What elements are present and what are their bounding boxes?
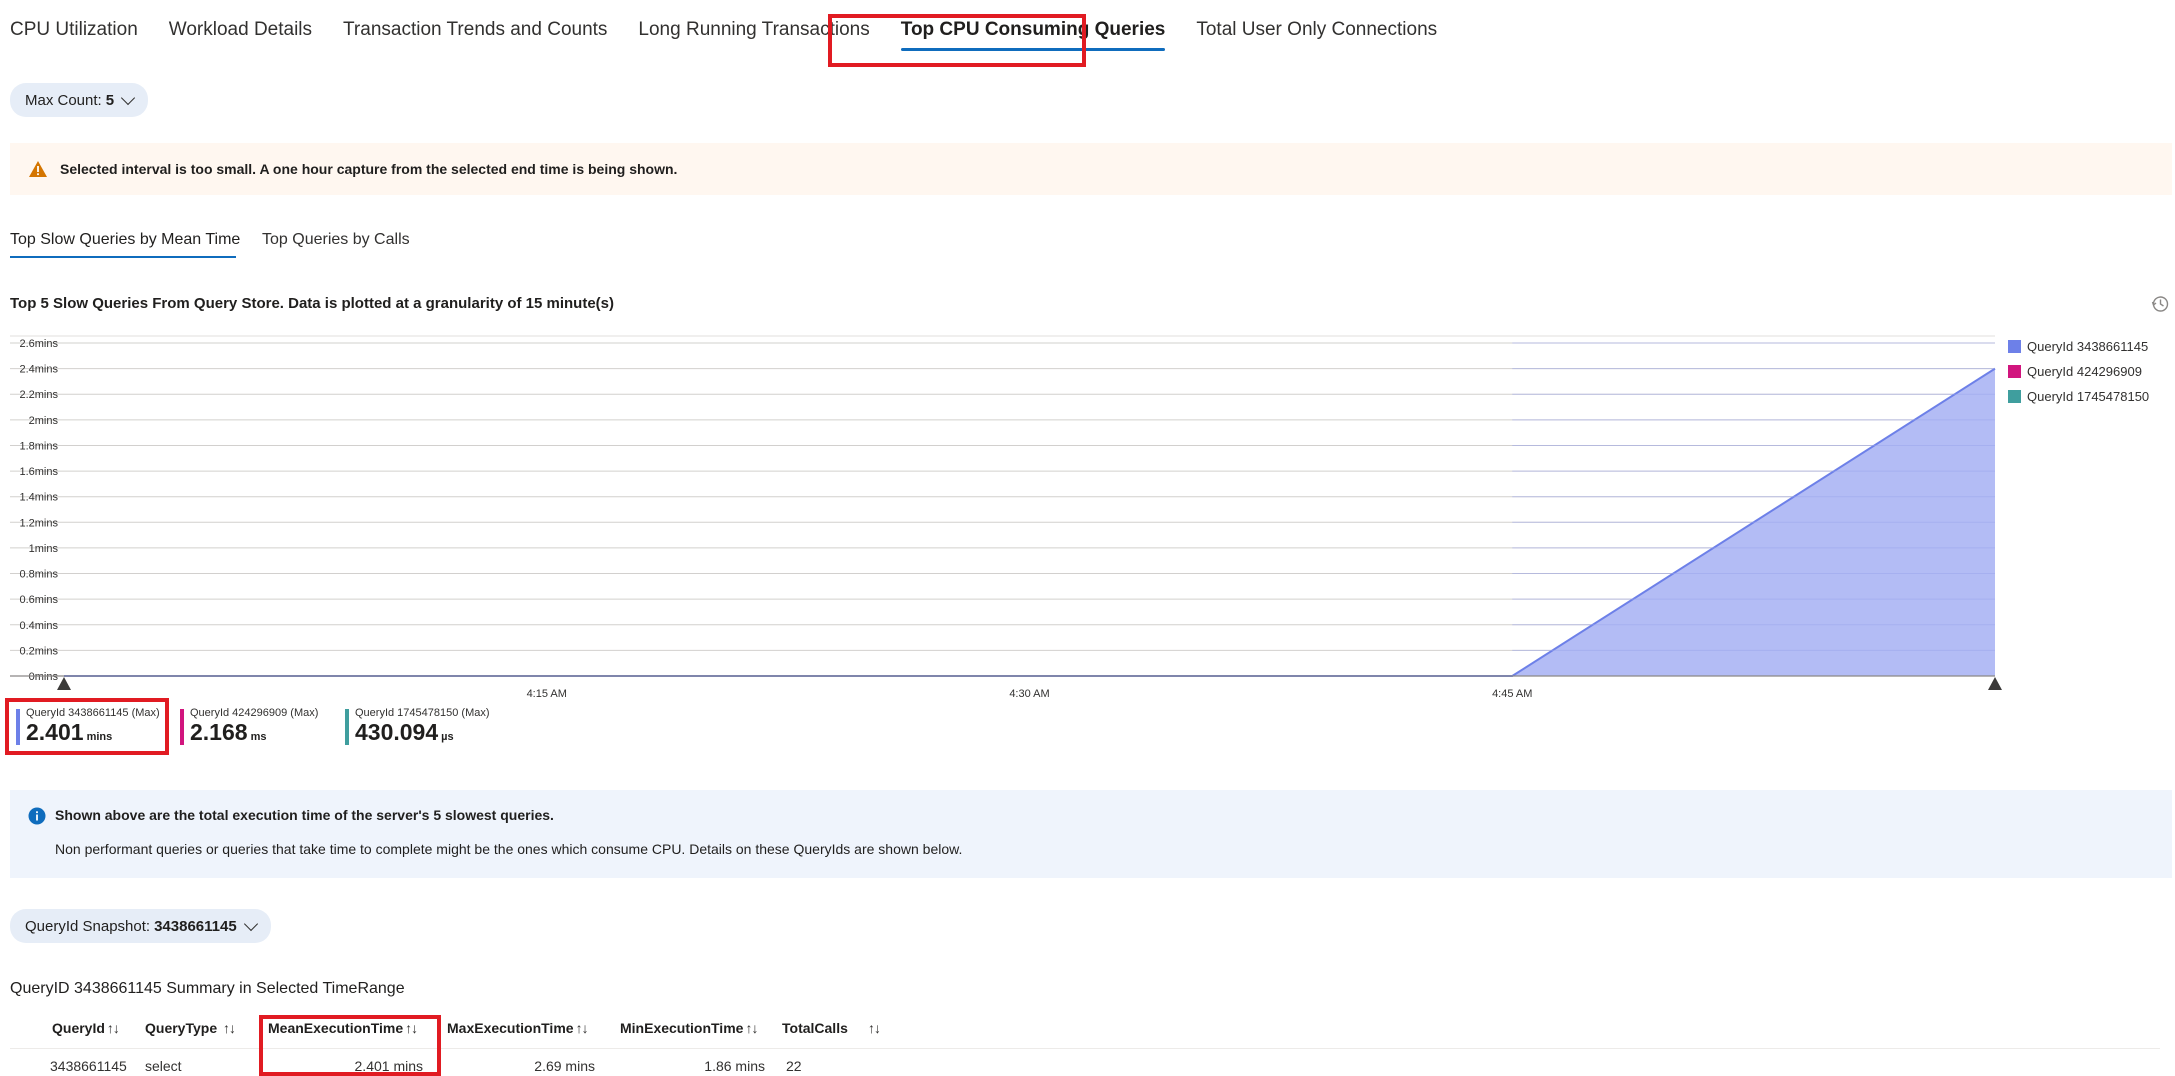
legend-swatch [2008,340,2021,353]
legend-label: QueryId 3438661145 [2027,339,2149,354]
snapshot-value: 3438661145 [154,917,237,935]
y-tick-label: 2mins [29,415,59,427]
y-tick-label: 0.2mins [19,645,58,657]
metric-color-bar [345,709,349,745]
legend-swatch [2008,390,2021,403]
column-header-queryid[interactable]: QueryId ↑↓ [52,1020,120,1036]
y-tick-label: 1.6mins [19,466,58,478]
x-tick-label: 4:15 AM [527,688,567,700]
y-tick-label: 2.6mins [19,338,58,350]
sort-icon: ↑↓ [106,1020,120,1036]
legend-label: QueryId 424296909 [2027,364,2142,379]
sort-icon: ↑↓ [223,1020,236,1036]
metric-unit: µs [441,731,454,743]
metric-label: QueryId 424296909 (Max) [190,707,319,719]
cell-totalcalls: 22 [786,1058,802,1074]
metric-value: 2.401 [26,719,84,745]
warning-icon [29,161,47,177]
tab-cpu-utilization[interactable]: CPU Utilization [10,14,138,41]
summary-title: QueryID 3438661145 Summary in Selected T… [10,980,405,997]
column-header-maxexecutiontime[interactable]: MaxExecutionTime ↑↓ [447,1020,589,1036]
x-tick-label: 4:45 AM [1492,688,1532,700]
legend-swatch [2008,365,2021,378]
chevron-down-icon [243,916,258,931]
top-tab-bar: CPU Utilization Workload Details Transac… [10,14,1468,54]
history-icon[interactable] [2150,294,2170,314]
y-tick-label: 1.4mins [19,492,58,504]
chart-area: 0mins 0.2mins 0.4mins 0.6mins 0.8mins 1mins 1.… [10,335,2002,700]
info-banner: Shown above are the total execution time… [10,790,2172,878]
column-header-minexecutiontime[interactable]: MinExecutionTime ↑↓ [620,1020,758,1036]
metric-color-bar [16,709,20,745]
y-tick-label: 2.4mins [19,364,58,376]
tab-workload-details[interactable]: Workload Details [169,14,312,41]
sort-icon: ↑↓ [745,1020,758,1036]
header-divider [10,1048,2160,1049]
x-tick-label: 4:30 AM [1009,688,1049,700]
warning-banner: Selected interval is too small. A one ho… [10,143,2172,195]
subtab-top-slow-queries[interactable]: Top Slow Queries by Mean Time [10,231,240,249]
info-body: Non performant queries or queries that t… [55,841,963,857]
chevron-down-icon [120,90,136,105]
y-tick-label: 0.8mins [19,569,58,581]
y-tick-label: 0.6mins [19,594,58,606]
sort-icon: ↑↓ [405,1020,418,1036]
warning-text: Selected interval is too small. A one ho… [60,161,678,177]
snapshot-label: QueryId Snapshot: [25,917,151,935]
cell-meanexecutiontime: 2.401 mins [354,1058,423,1074]
tab-total-user-only-connections[interactable]: Total User Only Connections [1196,14,1437,41]
max-count-dropdown[interactable]: Max Count: 5 [10,83,149,117]
legend-item[interactable]: QueryId 1745478150 [2008,384,2149,409]
tab-transaction-trends[interactable]: Transaction Trends and Counts [343,14,607,41]
metric-unit: mins [86,731,113,743]
column-header-meanexecutiontime[interactable]: MeanExecutionTime ↑↓ [268,1020,418,1036]
y-tick-label: 1mins [29,543,59,555]
sort-icon: ↑↓ [575,1020,589,1036]
y-tick-label: 2.2mins [19,389,58,401]
info-title: Shown above are the total execution time… [55,807,554,823]
y-tick-label: 0.4mins [19,620,58,632]
legend-label: QueryId 1745478150 [2027,389,2150,404]
range-handle [57,677,71,690]
y-tick-label: 1.2mins [19,517,58,529]
chart-title: Top 5 Slow Queries From Query Store. Dat… [10,295,615,312]
chart-legend: QueryId 3438661145 QueryId 424296909 Que… [2008,334,2149,409]
legend-item[interactable]: QueryId 3438661145 [2008,334,2149,359]
metric-card: QueryId 1745478150 (Max) 430.094 µs [345,706,490,749]
max-count-value: 5 [105,91,115,109]
column-header-empty[interactable]: ↑↓ [866,1020,881,1036]
metric-card: QueryId 424296909 (Max) 2.168 ms [180,706,318,749]
tab-top-cpu-consuming-queries[interactable]: Top CPU Consuming Queries [900,14,1165,51]
cell-minexecutiontime: 1.86 mins [704,1058,765,1074]
column-header-totalcalls[interactable]: TotalCalls [782,1020,848,1036]
cell-maxexecutiontime: 2.69 mins [534,1058,595,1074]
metric-label: QueryId 3438661145 (Max) [26,707,160,719]
info-icon [28,807,46,825]
sort-icon: ↑↓ [868,1020,881,1036]
legend-item[interactable]: QueryId 424296909 [2008,359,2149,384]
metric-value: 430.094 [355,719,439,745]
tab-long-running-transactions[interactable]: Long Running Transactions [638,14,869,41]
metric-label: QueryId 1745478150 (Max) [355,707,490,719]
metric-card: QueryId 3438661145 (Max) 2.401 mins [16,706,160,749]
queryid-snapshot-dropdown[interactable]: QueryId Snapshot: 3438661145 [10,909,271,943]
cell-querytype: select [145,1058,182,1074]
metric-unit: ms [250,731,267,743]
column-header-querytype[interactable]: QueryType ↑↓ [145,1020,236,1036]
subtab-top-queries-by-calls[interactable]: Top Queries by Calls [262,231,410,249]
subtab-active-underline [10,256,236,258]
y-tick-label: 1.8mins [19,440,58,452]
metric-color-bar [180,709,184,745]
metric-value: 2.168 [190,719,248,745]
y-tick-label: 0mins [29,671,59,683]
max-count-label: Max Count: [25,91,102,109]
cell-queryid: 3438661145 [50,1058,127,1074]
range-handle [1988,677,2002,690]
